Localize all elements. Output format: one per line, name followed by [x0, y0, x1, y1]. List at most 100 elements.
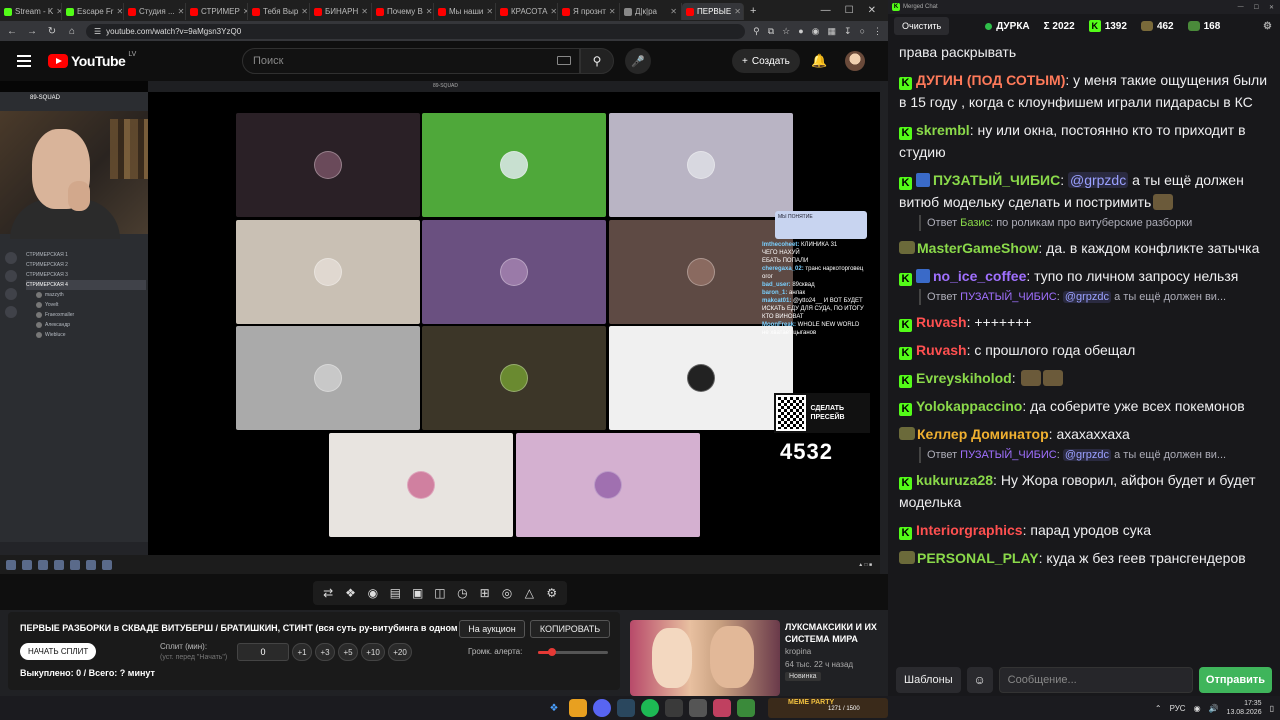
tab-close-icon[interactable]: ✕ [178, 7, 185, 16]
steam-icon[interactable] [617, 699, 635, 717]
tab-close-icon[interactable]: ✕ [426, 7, 433, 16]
increment-button[interactable]: +10 [361, 643, 385, 661]
tab-close-icon[interactable]: ✕ [550, 7, 557, 16]
split-minutes-input[interactable]: 0 [237, 643, 289, 661]
tab-close-icon[interactable]: ✕ [361, 7, 368, 16]
tray-chevron-icon[interactable]: ⌃ [1155, 704, 1162, 713]
maximize-icon[interactable]: ☐ [1254, 4, 1259, 11]
start-split-button[interactable]: НАЧАТЬ СПЛИТ [20, 643, 97, 660]
chat-username[interactable]: ДУГИН (ПОД СОТЫМ) [916, 72, 1065, 88]
chat-username[interactable]: kukuruza28 [916, 472, 993, 488]
increment-button[interactable]: +5 [338, 643, 358, 661]
send-button[interactable]: Отправить [1198, 667, 1272, 693]
app-icon-2[interactable] [713, 699, 731, 717]
network-icon[interactable]: ◉ [1194, 704, 1201, 713]
extension-icon[interactable]: ● [798, 26, 803, 36]
volume-knob[interactable] [548, 648, 556, 656]
puzzle-icon[interactable]: ▦ [828, 26, 837, 37]
alert-volume-slider[interactable] [538, 648, 608, 656]
minimize-icon[interactable]: — [821, 5, 831, 16]
youtube-logo[interactable]: YouTube LV [48, 51, 136, 69]
close-icon[interactable]: ✕ [868, 5, 876, 16]
account-avatar[interactable] [845, 51, 865, 71]
hamburger-menu-icon[interactable] [17, 55, 31, 67]
speed-icon[interactable]: ◷ [454, 586, 470, 600]
tab-close-icon[interactable]: ✕ [486, 7, 493, 16]
auction-button[interactable]: На аукцион [459, 620, 525, 638]
copy-button[interactable]: КОПИРОВАТЬ [530, 620, 610, 638]
notifications-bell-icon[interactable]: 🔔 [811, 53, 827, 69]
recommended-video[interactable]: ЛУКСМАКСИКИ И ИХ СИСТЕМА МИРА kropina 64… [630, 620, 880, 696]
clip-icon[interactable]: ▤ [387, 586, 403, 600]
increment-button[interactable]: +3 [315, 643, 335, 661]
search-input[interactable]: Поиск [242, 48, 580, 74]
download-icon[interactable]: ↧ [844, 26, 852, 37]
browser-tab[interactable]: Я прознт ✕ [558, 3, 620, 20]
new-tab-button[interactable]: + [744, 5, 762, 17]
browser-tab[interactable]: БИНАРН ✕ [310, 3, 372, 20]
record-icon[interactable]: ◉ [365, 586, 381, 600]
minimize-icon[interactable]: — [1238, 4, 1244, 11]
chat-username[interactable]: MasterGameShow [917, 240, 1038, 256]
maximize-icon[interactable]: ☐ [845, 5, 854, 16]
more-icon[interactable]: ⋮ [873, 26, 882, 37]
settings-icon[interactable]: ⚙ [544, 586, 560, 600]
browser-tab[interactable]: Stream - K✕ [0, 3, 62, 20]
app-icon-3[interactable] [737, 699, 755, 717]
tab-close-icon[interactable]: ✕ [670, 7, 677, 16]
home-icon[interactable]: ⌂ [66, 26, 78, 37]
tab-close-icon[interactable]: ✕ [609, 7, 616, 16]
chat-username[interactable]: Келлер Доминатор [917, 426, 1049, 442]
tab-close-icon[interactable]: ✕ [301, 7, 308, 16]
browser-tab[interactable]: Мы наши ✕ [434, 3, 496, 20]
browser-tab[interactable]: Тебя Выр ✕ [248, 3, 310, 20]
camera-icon[interactable]: ◎ [499, 586, 515, 600]
browser-tab[interactable]: Д|к|рa ✕ [620, 3, 682, 20]
extension-icon-2[interactable]: ◉ [812, 26, 820, 37]
spotify-icon[interactable] [641, 699, 659, 717]
browser-tab[interactable]: КРАСОТА ✕ [496, 3, 558, 20]
emoji-button[interactable]: ☺ [966, 667, 993, 693]
address-bar[interactable]: ☰ youtube.com/watch?v=9aMgsn3YzQ0 [86, 23, 746, 39]
forward-icon[interactable]: → [26, 26, 38, 37]
start-icon[interactable]: ❖ [545, 699, 563, 717]
tab-close-icon[interactable]: ✕ [734, 7, 741, 16]
browser-tab[interactable]: Почему В ✕ [372, 3, 434, 20]
search-button[interactable]: ⚲ [580, 48, 614, 74]
message-input[interactable]: Сообщение... [998, 667, 1193, 693]
browser-tab[interactable]: СТРИМЕР✕ [186, 3, 248, 20]
clear-button[interactable]: Очистить [894, 17, 950, 35]
close-icon[interactable]: ✕ [1269, 4, 1274, 11]
chat-username[interactable]: PERSONAL_PLAY [917, 550, 1039, 566]
clock[interactable]: 17:35 13.08.2026 [1227, 699, 1262, 717]
templates-button[interactable]: Шаблоны [896, 667, 961, 693]
mention[interactable]: @grpzdc [1067, 172, 1129, 188]
chat-username[interactable]: Ruvash [916, 342, 967, 358]
loop-icon[interactable]: ⇄ [320, 586, 336, 600]
lang-indicator[interactable]: РУС [1170, 704, 1186, 713]
app-icon[interactable] [689, 699, 707, 717]
chat-username[interactable]: ПУЗАТЫЙ_ЧИБИС [933, 172, 1060, 188]
chat-username[interactable]: Yolokappaccino [916, 398, 1022, 414]
chat-username[interactable]: Evreyskiholod [916, 370, 1012, 386]
frame-icon[interactable]: ▣ [410, 586, 426, 600]
recommended-channel[interactable]: kropina [785, 647, 811, 656]
browser-tab[interactable]: Escape Fr ✕ [62, 3, 124, 20]
recommended-title[interactable]: ЛУКСМАКСИКИ И ИХ СИСТЕМА МИРА [785, 621, 880, 645]
create-button[interactable]: + Создать [732, 49, 800, 73]
browser-tab[interactable]: ПЕРВЫЕ ✕ [682, 3, 744, 20]
video-thumbnail[interactable] [630, 620, 780, 696]
live-icon[interactable]: ❖ [343, 586, 359, 600]
keyboard-icon[interactable] [557, 56, 571, 65]
discord-icon[interactable] [593, 699, 611, 717]
bookmark-icon[interactable]: ☆ [782, 26, 790, 37]
share-icon[interactable]: ⧉ [768, 26, 774, 37]
add-icon[interactable]: ⊞ [477, 586, 493, 600]
chat-username[interactable]: Ruvash [916, 314, 967, 330]
voice-search-button[interactable]: 🎤 [625, 48, 651, 74]
zoom-icon[interactable]: ⚲ [753, 26, 760, 37]
settings-icon[interactable]: ⚙ [1263, 21, 1272, 32]
stream-widget[interactable]: MEME PARTY 1271 / 1500 [768, 698, 888, 718]
obs-icon[interactable] [665, 699, 683, 717]
increment-button[interactable]: +20 [388, 643, 412, 661]
